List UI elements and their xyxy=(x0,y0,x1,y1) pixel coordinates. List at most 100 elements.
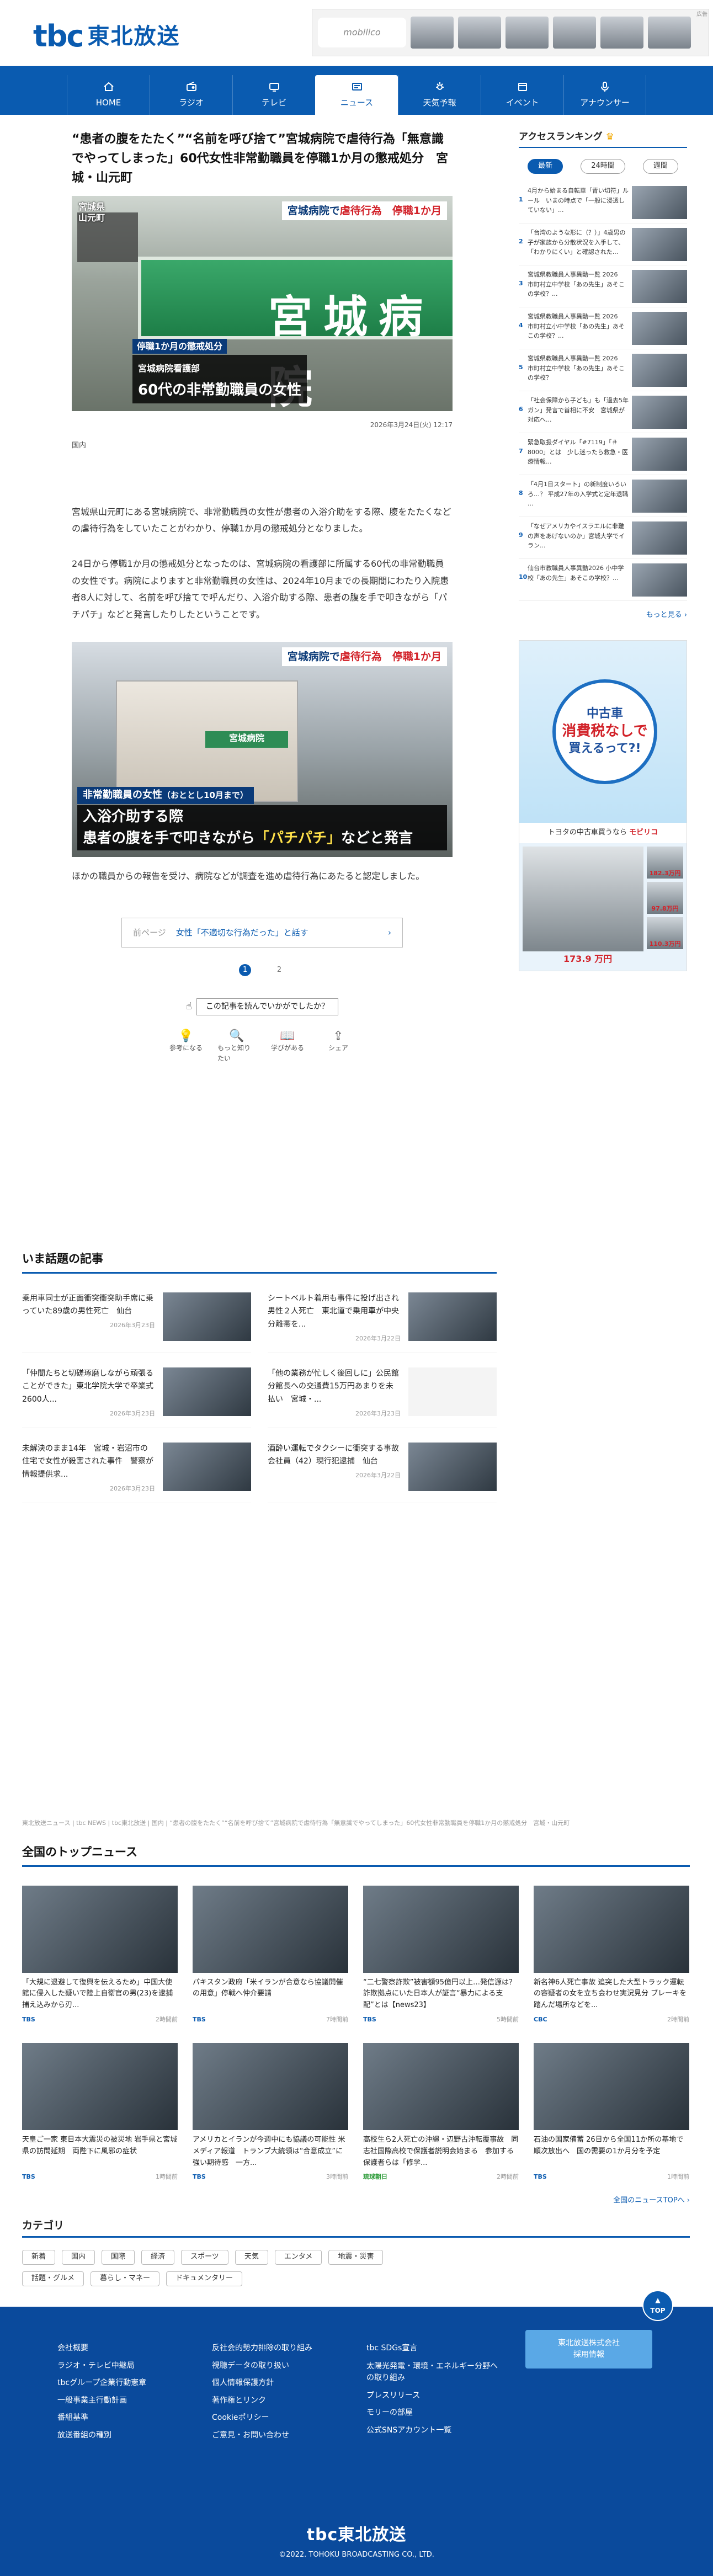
ranking-item[interactable]: 1 4月から始まる自転車「青い切符」ルール いまの時点で「一般に浸透していない」.… xyxy=(519,182,687,223)
category-button[interactable]: スポーツ xyxy=(181,2250,228,2265)
rank-number: 4 xyxy=(519,321,523,329)
figure-bottom-caption: 非常勤職員の女性（おととし10月まで） 入浴介助する際 患者の腹を手で叩きながら「… xyxy=(77,787,447,850)
footer-link[interactable]: 放送番組の種別 xyxy=(57,2427,212,2445)
category-button[interactable]: 話題・グルメ xyxy=(22,2271,84,2286)
footer-logo[interactable]: tbc東北放送 xyxy=(0,2522,713,2548)
news-card[interactable]: 石油の国家備蓄 26日から全国11か所の基地で順次放出へ 国の需要の1か月分を予… xyxy=(534,2043,689,2182)
hot-item[interactable]: 「仲間たちと切磋琢磨しながら頑張ることができた」東北学院大学で卒業式 2600人… xyxy=(22,1367,251,1428)
nav-tv[interactable]: テレビ xyxy=(232,75,315,115)
sidebar-ad[interactable]: 中古車 消費税なしで 買えるって?! トヨタの中古車買うなら モビリコ 182.… xyxy=(519,640,687,971)
nav-news[interactable]: ニュース xyxy=(315,75,398,115)
back-to-top-button[interactable]: ▲ TOP xyxy=(642,2290,673,2321)
footer-link[interactable]: 反社会的勢力排除の取り組み xyxy=(212,2340,366,2357)
category-button[interactable]: 新着 xyxy=(22,2250,56,2265)
share-button[interactable]: ⇪ シェア xyxy=(319,1026,358,1064)
nav-announcer[interactable]: アナウンサー xyxy=(563,75,646,115)
footer-link[interactable]: ラジオ・テレビ中継局 xyxy=(57,2357,212,2375)
hot-item[interactable]: シートベルト着用も事件に投げ出され男性２人死亡 東北道で乗用車が中央分離帯を..… xyxy=(268,1292,497,1353)
ranking-item[interactable]: 7 緊急取扱ダイヤル「#7119」「＃8000」とは 少し迷ったら救急・医療情報.… xyxy=(519,433,687,475)
hot-item[interactable]: 酒酔い運転でタクシーに衝突する事故 会社員（42）現行犯逮捕 仙台 2026年3月… xyxy=(268,1442,497,1503)
page: tbc 東北放送 mobilico 広告 HOME ラジオ テレビ ニュース 天… xyxy=(0,0,713,2576)
footer-link[interactable]: 著作権とリンク xyxy=(212,2392,366,2410)
ranking-header: アクセスランキング ♛ xyxy=(519,130,687,148)
breadcrumb[interactable]: 東北放送ニュース | tbc NEWS | tbc東北放送 | 国内 | “患者… xyxy=(22,1818,690,1828)
feedback-helpful-button[interactable]: 💡 参考になる xyxy=(167,1026,205,1064)
hero-bottom-caption: 停職1か月の懲戒処分 宮城病院看護部 60代の非常勤職員の女性 xyxy=(132,338,307,403)
site-logo[interactable]: tbc 東北放送 xyxy=(33,19,180,54)
footer-link[interactable]: プレスリリース xyxy=(366,2387,504,2405)
footer-link[interactable]: モリーの部屋 xyxy=(366,2404,504,2422)
ranking-item[interactable]: 8 「4月1日スタート」の新制度いろいろ…？ 平成27年の入学式と定年退職 ... xyxy=(519,475,687,517)
caption-text: 宮城病院で xyxy=(287,204,340,217)
ranking-more-link[interactable]: もっと見る › xyxy=(519,610,687,621)
ranking-item[interactable]: 3 宮城県教職員人事異動一覧 2026 市町村立中学校「あの先生」あそこの学校？.… xyxy=(519,265,687,307)
page-1[interactable]: 1 xyxy=(239,964,251,977)
ranking-item[interactable]: 10 仙台市教職員人事異動2026 小中学校「あの先生」あそこの学校？... xyxy=(519,559,687,601)
rank-number: 9 xyxy=(519,531,523,539)
ranking-item[interactable]: 6 「社会保障から子ども」も「過去5年ガン」発言で首相に不安 宮城県が対応へ... xyxy=(519,391,687,433)
article-category[interactable]: 国内 xyxy=(72,440,453,452)
ad-price: 173.9 万円 xyxy=(563,954,613,965)
hot-item[interactable]: 未解決のまま14年 宮城・岩沼市の住宅で女性が殺害された事件 警察が情報提供求.… xyxy=(22,1442,251,1503)
news-card[interactable]: アメリカとイランが今週中にも協議の可能性 米メディア報道 トランプ大統領は“合意… xyxy=(193,2043,348,2182)
category-button[interactable]: 国際 xyxy=(102,2250,135,2265)
category-button[interactable]: 国内 xyxy=(62,2250,95,2265)
footer: ▲ TOP 会社概要 ラジオ・テレビ中継局 tbcグループ企業行動憲章 一般事業主… xyxy=(0,2290,713,2576)
footer-link[interactable]: 番組基準 xyxy=(57,2409,212,2427)
page-2[interactable]: 2 xyxy=(273,964,285,976)
footer-link[interactable]: Cookieポリシー xyxy=(212,2409,366,2427)
hot-item[interactable]: 「他の業務が忙しく後回しに」公民館分館長への交通費15万円あまりを未払い 宮城・… xyxy=(268,1367,497,1428)
ranking-item[interactable]: 2 「台湾のような形に（？）」4歳男の子が家族から分散状況を入手して、「わかりにく… xyxy=(519,223,687,265)
category-button[interactable]: 地震・災害 xyxy=(328,2250,384,2265)
caption-line: 宮城病院看護部 60代の非常勤職員の女性 xyxy=(132,355,307,403)
ad-text: トヨタの中古車買うなら xyxy=(547,828,627,837)
ad-car-image xyxy=(506,17,549,49)
nav-home[interactable]: HOME xyxy=(67,75,150,115)
nav-event[interactable]: イベント xyxy=(481,75,563,115)
ranking-title: アクセスランキング xyxy=(519,131,603,142)
footer-link[interactable]: 一般事業主行動計画 xyxy=(57,2392,212,2410)
nav-radio[interactable]: ラジオ xyxy=(150,75,232,115)
feedback-learn-button[interactable]: 📖 学びがある xyxy=(268,1026,307,1064)
news-card[interactable]: 「大規に退避して復興を伝えるため」中国大使館に侵入した疑いで陸上自衛官の男(23… xyxy=(22,1885,178,2025)
feedback-more-button[interactable]: 🔍 もっと知りたい xyxy=(217,1026,256,1064)
news-card[interactable]: “二七警察詐欺”被害額95億円以上…発信源は？ 詐欺拠点にいた日本人が証言“暴力… xyxy=(363,1885,519,2025)
news-time: 2時間前 xyxy=(667,2015,689,2023)
ranking-item[interactable]: 4 宮城県教職員人事異動一覧 2026 市町村立小中学校「あの先生」あそこの学校？… xyxy=(519,307,687,349)
category-button[interactable]: 経済 xyxy=(141,2250,175,2265)
top-news-more-link[interactable]: 全国のニュースTOPへ › xyxy=(22,2195,690,2207)
rank-text: 宮城県教職員人事異動一覧 2026 市町村立中学校「あの先生」あそこの学校？..… xyxy=(528,270,625,298)
feedback-label: 参考になる xyxy=(169,1044,203,1052)
news-card[interactable]: 新名神6人死亡事故 追突した大型トラック運転の容疑者の女を立ち会わせ実況見分 ブ… xyxy=(534,1885,689,2025)
footer-link[interactable]: tbcグループ企業行動憲章 xyxy=(57,2375,212,2392)
tab-weekly[interactable]: 週間 xyxy=(642,159,678,174)
news-card[interactable]: パキスタン政府「米イランが合意なら協議開催の用意」停戦へ仲介要請 TBS 7時間前 xyxy=(193,1885,348,2025)
news-card[interactable]: 天皇ご一家 東日本大震災の被災地 岩手県と宮城県の訪問延期 両陛下に風邪の症状 T… xyxy=(22,2043,178,2182)
category-button[interactable]: ドキュメンタリー xyxy=(166,2271,243,2286)
footer-link[interactable]: 視聴データの取り扱い xyxy=(212,2357,366,2375)
category-button[interactable]: エンタメ xyxy=(274,2250,322,2265)
tab-latest[interactable]: 最新 xyxy=(528,159,563,174)
footer-link[interactable]: 太陽光発電・環境・エネルギー分野への取り組み xyxy=(366,2361,504,2384)
category-button[interactable]: 暮らし・マネー xyxy=(91,2271,160,2286)
caption-line: 入浴介助する際 xyxy=(83,808,184,825)
footer-link[interactable]: 会社概要 xyxy=(57,2340,212,2357)
tab-24h[interactable]: 24時間 xyxy=(581,159,625,174)
footer-link[interactable]: ご意見・お問い合わせ xyxy=(212,2427,366,2445)
footer-link[interactable]: 個人情報保護方針 xyxy=(212,2375,366,2392)
ranking-item[interactable]: 9 「なぜアメリカやイスラエルに非難の声をあげないのか」宮城大学でイラン... xyxy=(519,517,687,559)
caption-highlight: 停職1か月 xyxy=(392,204,441,217)
recruit-button[interactable]: 東北放送株式会社 採用情報 xyxy=(525,2330,652,2369)
rank-thumbnail xyxy=(632,269,687,303)
header-ad-banner[interactable]: mobilico 広告 xyxy=(312,9,709,56)
nav-weather[interactable]: 天気予報 xyxy=(398,75,481,115)
footer-link[interactable]: 公式SNSアカウント一覧 xyxy=(366,2422,504,2440)
news-meta: TBS 7時間前 xyxy=(193,2015,348,2025)
prev-page-link[interactable]: 前ページ 女性「不適切な行為だった」と話す › xyxy=(121,918,403,948)
news-title: “二七警察詐欺”被害額95億円以上…発信源は？ 詐欺拠点にいた日本人が証言“暴力… xyxy=(363,1978,517,2010)
category-button[interactable]: 天気 xyxy=(235,2250,268,2265)
hot-item[interactable]: 乗用車同士が正面衝突衝突助手席に乗っていた89歳の男性死亡 仙台 2026年3月2… xyxy=(22,1292,251,1353)
ranking-item[interactable]: 5 宮城県教職員人事異動一覧 2026 市町村立中学校「あの先生」あそこの学校？ xyxy=(519,349,687,391)
news-card[interactable]: 高校生ら2人死亡の沖縄・辺野古沖転覆事故 同志社国際高校で保護者説明会始まる 参… xyxy=(363,2043,519,2182)
footer-link[interactable]: tbc SDGs宣言 xyxy=(366,2340,504,2357)
